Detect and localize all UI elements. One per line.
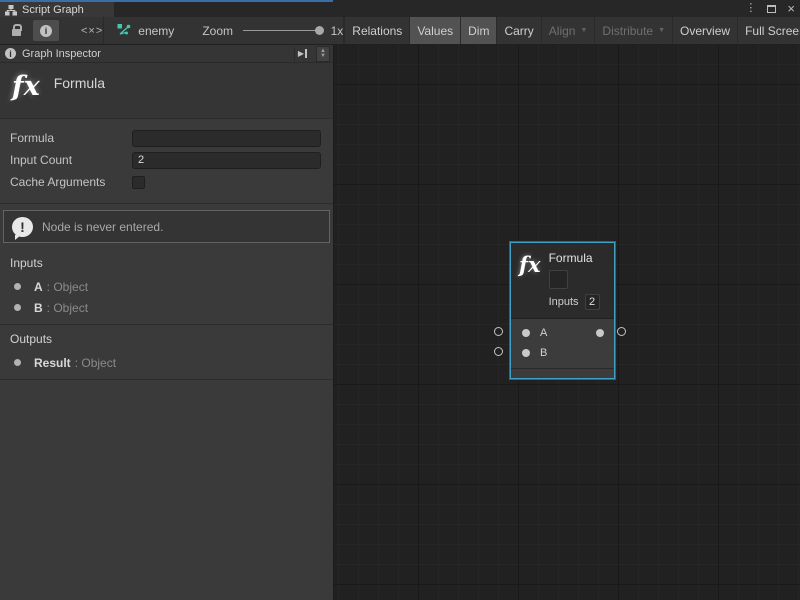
- zoom-slider[interactable]: [243, 30, 323, 31]
- unit-title: Formula: [54, 75, 105, 91]
- cache-arguments-label: Cache Arguments: [10, 175, 132, 189]
- script-graph-window: Script Graph ⋮ × i <×>: [0, 0, 800, 600]
- cache-arguments-checkbox[interactable]: [132, 176, 145, 189]
- port-name: A: [34, 280, 43, 294]
- output-port-row-result: Result : Object: [10, 352, 323, 373]
- graph-reference-icon: [117, 23, 132, 39]
- zoom-value: 1x: [331, 24, 344, 38]
- graph-reference-label[interactable]: enemy: [138, 24, 174, 38]
- info-icon: i: [40, 25, 52, 37]
- variables-icon[interactable]: <×>: [81, 25, 103, 37]
- warning-text: Node is never entered.: [42, 220, 163, 234]
- chevron-down-icon: ▼: [658, 27, 665, 34]
- panel-stepper[interactable]: ▲ ▼: [316, 46, 330, 62]
- warning-bubble-icon: !: [12, 217, 33, 237]
- toolbar-middle-group: enemy Zoom 1x: [104, 17, 344, 44]
- inspector-header: i Graph Inspector ▶ ▲ ▼: [0, 45, 333, 63]
- inspector-toggle-button[interactable]: i: [33, 20, 59, 41]
- node-inputs-label: Inputs: [549, 296, 579, 308]
- formula-field-label: Formula: [10, 131, 132, 145]
- zoom-label: Zoom: [202, 24, 233, 38]
- input-count-label: Input Count: [10, 153, 132, 167]
- cache-arguments-field-row: Cache Arguments: [10, 173, 321, 191]
- graph-canvas[interactable]: fx Formula Inputs 2 A: [334, 45, 800, 600]
- formula-input[interactable]: [132, 130, 321, 147]
- inputs-section: Inputs A : Object B : Object: [0, 249, 333, 325]
- dock-panel-button[interactable]: ▶: [294, 47, 310, 61]
- toolbar-button-fullscreen[interactable]: Full Screen: [737, 17, 800, 44]
- port-name: Result: [34, 356, 71, 370]
- input-port-b-dot[interactable]: [522, 349, 530, 357]
- input-port-a-dot[interactable]: [522, 329, 530, 337]
- formula-node-ports: A B: [511, 318, 614, 368]
- toolbar-button-overview[interactable]: Overview: [672, 17, 737, 44]
- port-dot-icon: [14, 283, 21, 290]
- port-name: B: [34, 301, 43, 315]
- input-count-field-row: Input Count: [10, 151, 321, 169]
- dock-icon: ▶: [298, 49, 304, 58]
- external-port-connector-a[interactable]: [494, 327, 503, 336]
- formula-fx-icon: fx: [519, 254, 541, 310]
- formula-fx-icon: fx: [12, 71, 40, 102]
- more-menu-icon[interactable]: ⋮: [745, 3, 756, 14]
- toolbar-button-dim[interactable]: Dim: [460, 17, 496, 44]
- output-port-result-dot[interactable]: [596, 329, 604, 337]
- formula-node[interactable]: fx Formula Inputs 2 A: [510, 242, 615, 379]
- outputs-header: Outputs: [10, 332, 323, 346]
- lock-icon[interactable]: [12, 29, 21, 36]
- input-count-input[interactable]: [132, 152, 321, 169]
- toolbar-button-align[interactable]: Align▼: [541, 17, 595, 44]
- toolbar-button-values[interactable]: Values: [409, 17, 460, 44]
- window-content: i Graph Inspector ▶ ▲ ▼ fx Formula Formu…: [0, 45, 800, 600]
- port-type: : Object: [47, 301, 88, 315]
- input-port-row-b: B : Object: [10, 297, 323, 318]
- node-port-row-a: A: [517, 323, 608, 343]
- window-controls: ⋮ ×: [745, 0, 795, 17]
- toolbar-button-group: Relations Values Dim Carry Align▼ Distri…: [344, 17, 800, 44]
- formula-node-header: fx Formula Inputs 2: [511, 243, 614, 318]
- unit-fields: Formula Input Count Cache Arguments: [0, 119, 333, 204]
- tab-script-graph[interactable]: Script Graph: [0, 2, 114, 17]
- title-bar: Script Graph ⋮ ×: [0, 0, 800, 17]
- external-port-connector-result[interactable]: [617, 327, 626, 336]
- node-formula-input[interactable]: [549, 270, 568, 289]
- toolbar-button-relations[interactable]: Relations: [344, 17, 409, 44]
- formula-node-footer: [511, 368, 614, 378]
- node-title: Formula: [549, 251, 600, 265]
- tab-title: Script Graph: [22, 4, 84, 16]
- toolbar-button-distribute[interactable]: Distribute▼: [594, 17, 672, 44]
- external-port-connector-b[interactable]: [494, 347, 503, 356]
- graph-inspector-panel: i Graph Inspector ▶ ▲ ▼ fx Formula Formu…: [0, 45, 334, 600]
- node-inputs-count[interactable]: 2: [585, 294, 600, 310]
- zoom-slider-handle[interactable]: [315, 26, 324, 35]
- input-port-row-a: A : Object: [10, 276, 323, 297]
- info-icon: i: [5, 48, 16, 59]
- stepper-down-icon[interactable]: ▼: [320, 54, 326, 59]
- formula-field-row: Formula: [10, 129, 321, 147]
- script-graph-icon: [5, 5, 17, 15]
- unit-header: fx Formula: [0, 63, 333, 119]
- graph-toolbar: i <×> enemy Zoom 1x Relations: [0, 17, 800, 45]
- close-icon[interactable]: ×: [787, 2, 795, 15]
- port-type: : Object: [47, 280, 88, 294]
- toolbar-left-group: i <×>: [0, 17, 104, 44]
- port-dot-icon: [14, 359, 21, 366]
- chevron-down-icon: ▼: [580, 27, 587, 34]
- node-port-label: A: [540, 327, 547, 339]
- node-port-label: B: [540, 347, 547, 359]
- port-type: : Object: [75, 356, 116, 370]
- maximize-icon[interactable]: [767, 5, 776, 13]
- inspector-empty-area: [0, 380, 333, 600]
- warning-box: ! Node is never entered.: [3, 210, 330, 243]
- inspector-title: Graph Inspector: [22, 48, 288, 60]
- outputs-section: Outputs Result : Object: [0, 325, 333, 380]
- node-port-row-b: B: [517, 343, 608, 363]
- port-dot-icon: [14, 304, 21, 311]
- toolbar-button-carry[interactable]: Carry: [496, 17, 540, 44]
- inputs-header: Inputs: [10, 256, 323, 270]
